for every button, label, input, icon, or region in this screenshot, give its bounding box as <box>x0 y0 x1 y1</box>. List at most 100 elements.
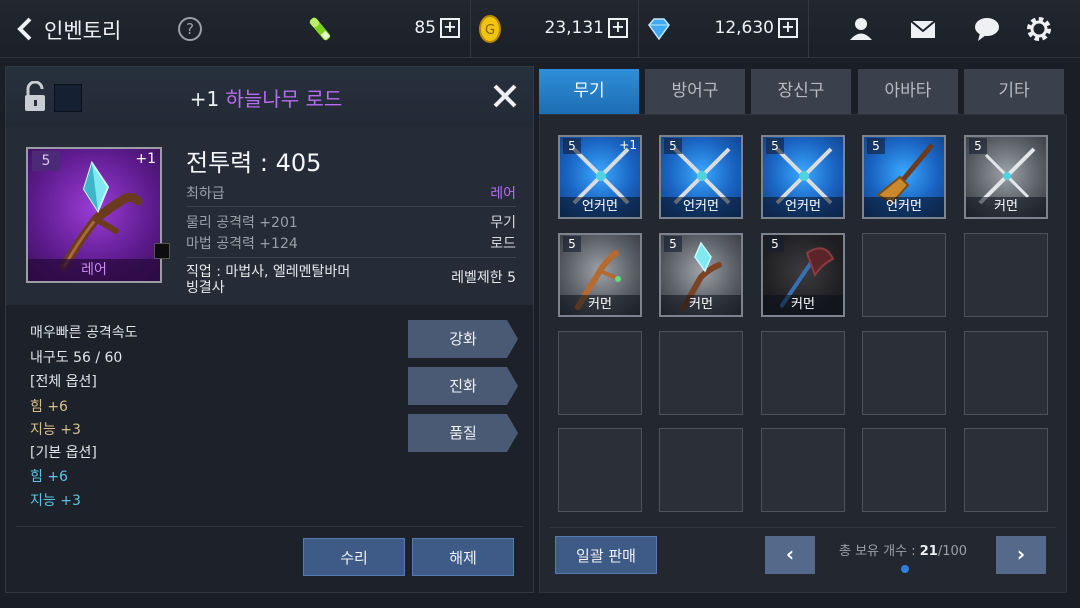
item-plus-badge: +1 <box>135 151 156 167</box>
diamond-gem-icon <box>648 18 670 41</box>
level-limit: 레벨제한 5 <box>451 270 516 286</box>
tab-accessory[interactable]: 장신구 <box>751 69 851 114</box>
combat-power: 전투력 : 405 <box>186 149 322 177</box>
slot-grade: 언커먼 <box>763 197 843 217</box>
slot-grade: 언커먼 <box>864 197 944 217</box>
inventory-slot[interactable]: 5 언커먼 <box>862 135 946 219</box>
slot-level: 5 <box>766 236 784 252</box>
inventory-slot-empty[interactable] <box>862 428 946 512</box>
inventory-slot[interactable]: 5 커먼 <box>659 233 743 317</box>
inventory-slot[interactable]: 5 커먼 <box>558 233 642 317</box>
item-count-total: /100 <box>937 544 968 559</box>
inventory-slot-empty[interactable] <box>659 331 743 415</box>
job-requirement-2: 빙결사 <box>186 280 225 296</box>
back-arrow-icon[interactable] <box>14 16 36 42</box>
desc-line: 매우빠른 공격속도 <box>30 325 138 341</box>
rarity-text: 레어 <box>490 186 516 202</box>
repair-button[interactable]: 수리 <box>303 538 405 576</box>
tab-weapon[interactable]: 무기 <box>539 69 639 114</box>
slot-level: 5 <box>867 138 885 154</box>
chat-icon[interactable] <box>972 14 1002 44</box>
inventory-slot-empty[interactable] <box>659 428 743 512</box>
divider <box>186 206 516 207</box>
slot-level: 5 <box>664 138 682 154</box>
slot-level: 5 <box>766 138 784 154</box>
slot-level: 5 <box>563 138 581 154</box>
slot-plus: +1 <box>619 138 637 152</box>
item-count: 총 보유 개수 : 21/100 <box>839 540 967 559</box>
add-stamina-button[interactable]: + <box>440 18 460 38</box>
gold-value: 23,131 <box>544 18 604 38</box>
item-plus: +1 <box>189 87 220 111</box>
item-color-swatch[interactable] <box>54 84 82 112</box>
divider <box>550 527 1056 528</box>
item-title: 하늘나무 로드 <box>225 87 343 111</box>
inventory-slot-empty[interactable] <box>964 428 1048 512</box>
next-page-button[interactable]: › <box>996 536 1046 574</box>
divider <box>16 526 523 527</box>
item-card: 5 +1 레어 <box>26 147 162 283</box>
slot-grade: 커먼 <box>763 295 843 315</box>
item-detail-panel: +1 하늘나무 로드 5 +1 레어 전투력 : 405 최하급 레어 물리 공… <box>5 66 534 593</box>
settings-gear-icon[interactable] <box>1024 14 1054 44</box>
desc-line: [전체 옵션] <box>30 374 97 390</box>
enhance-button[interactable]: 강화 <box>408 320 518 358</box>
unlock-icon[interactable] <box>22 81 48 113</box>
inventory-slot-empty[interactable] <box>862 233 946 317</box>
inventory-slot[interactable]: 5 커먼 <box>761 233 845 317</box>
divider <box>470 0 471 58</box>
slot-level: 5 <box>664 236 682 252</box>
help-icon[interactable]: ? <box>178 17 202 41</box>
close-icon[interactable] <box>490 81 520 111</box>
inventory-slot[interactable]: 5 언커먼 <box>761 135 845 219</box>
item-dye-slot <box>154 243 170 259</box>
unequip-button[interactable]: 해제 <box>412 538 514 576</box>
slot-grade: 언커먼 <box>661 197 741 217</box>
inventory-slot-empty[interactable] <box>964 331 1048 415</box>
inventory-slot-empty[interactable] <box>862 331 946 415</box>
inventory-grid: 5 +1 언커먼 5 언커먼 5 언커먼 5 언커먼 5 커먼 5 커먼 5 커… <box>539 114 1067 593</box>
item-level-badge: 5 <box>32 151 60 171</box>
item-type: 무기 <box>490 215 516 231</box>
inventory-slot[interactable]: 5 언커먼 <box>659 135 743 219</box>
mail-icon[interactable] <box>908 14 938 44</box>
friends-icon[interactable] <box>846 14 876 44</box>
desc-line: 지능 +3 <box>30 422 81 438</box>
inventory-slot-empty[interactable] <box>761 331 845 415</box>
evolve-button[interactable]: 진화 <box>408 367 518 405</box>
inventory-slot-empty[interactable] <box>761 428 845 512</box>
quality-button[interactable]: 품질 <box>408 414 518 452</box>
diamond-value: 12,630 <box>714 18 774 38</box>
add-gold-button[interactable]: + <box>608 18 628 38</box>
sell-all-button[interactable]: 일괄 판매 <box>555 536 657 574</box>
inventory-slot-empty[interactable] <box>558 331 642 415</box>
add-diamond-button[interactable]: + <box>778 18 798 38</box>
divider <box>638 0 639 58</box>
slot-grade: 커먼 <box>966 197 1046 217</box>
stamina-value: 85 <box>414 18 436 38</box>
inventory-slot-empty[interactable] <box>964 233 1048 317</box>
inventory-panel: 무기 방어구 장신구 아바타 기타 5 +1 언커먼 5 언커먼 5 언커먼 5… <box>539 66 1067 593</box>
item-count-label: 총 보유 개수 : <box>839 544 920 559</box>
gold-coin-icon: G <box>479 15 501 43</box>
physical-attack: 물리 공격력 +201 <box>186 215 298 231</box>
tab-avatar[interactable]: 아바타 <box>858 69 958 114</box>
desc-line: 힘 +6 <box>30 399 68 415</box>
divider <box>186 257 516 258</box>
tab-armor[interactable]: 방어구 <box>645 69 745 114</box>
desc-line: [기본 옵션] <box>30 445 97 461</box>
desc-line: 지능 +3 <box>30 493 81 509</box>
slot-grade: 커먼 <box>661 295 741 315</box>
item-name: +1 하늘나무 로드 <box>96 83 436 112</box>
inventory-slot-empty[interactable] <box>558 428 642 512</box>
item-count-current: 21 <box>919 544 938 559</box>
page-indicator <box>901 565 909 573</box>
inventory-slot[interactable]: 5 커먼 <box>964 135 1048 219</box>
inventory-slot[interactable]: 5 +1 언커먼 <box>558 135 642 219</box>
slot-level: 5 <box>969 138 987 154</box>
prev-page-button[interactable]: ‹ <box>765 536 815 574</box>
desc-line: 내구도 56 / 60 <box>30 350 123 366</box>
tab-etc[interactable]: 기타 <box>964 69 1064 114</box>
desc-line: 힘 +6 <box>30 469 68 485</box>
top-bar: 인벤토리 ? 85 + G 23,131 + 12,630 + <box>0 0 1080 58</box>
